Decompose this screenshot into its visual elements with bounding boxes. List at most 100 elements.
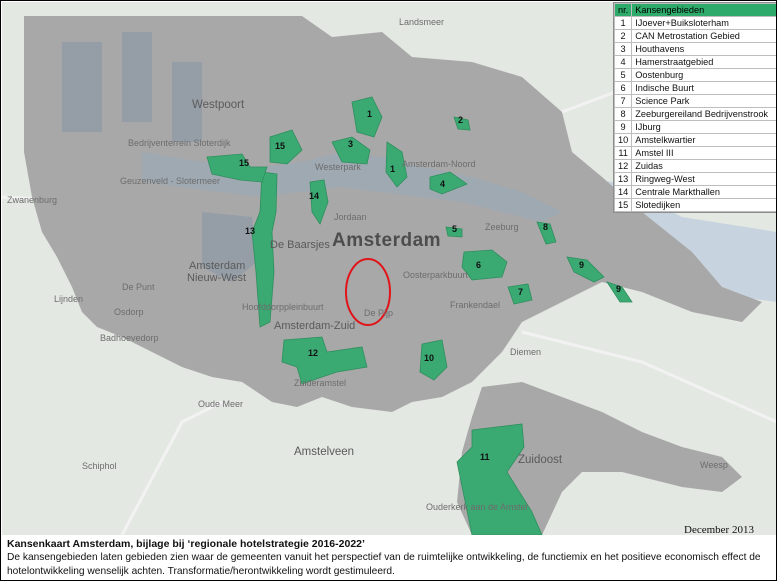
legend-row-label: Centrale Markthallen — [631, 185, 776, 199]
legend-row-label: IJburg — [631, 120, 776, 134]
place-zuideramstel: Zuideramstel — [294, 378, 347, 388]
legend-row-label: Ringweg-West — [631, 172, 776, 186]
legend-row-nr: 11 — [613, 146, 633, 160]
legend-table: nr. Kansengebieden 1 IJoever+Buiksloterha… — [613, 2, 776, 213]
legend-row-nr: 8 — [613, 107, 633, 121]
legend-row-label: Science Park — [631, 94, 776, 108]
legend-row-label: Zuidas — [631, 159, 776, 173]
legend-row-label: Indische Buurt — [631, 81, 776, 95]
zone-marker-4: 4 — [440, 179, 446, 189]
zone-marker-11: 11 — [480, 452, 490, 462]
legend-row: 12 Zuidas — [613, 159, 776, 173]
legend-row-label: IJoever+Buiksloterham — [631, 16, 776, 30]
place-landsmeer: Landsmeer — [399, 17, 445, 27]
zone-marker-1b: 1 — [390, 164, 396, 174]
place-geuzenveld: Geuzenveld - Slotermeer — [120, 176, 221, 186]
legend-row: 8 Zeeburgereiland Bedrijvenstrook — [613, 107, 776, 121]
legend-row-nr: 12 — [613, 159, 633, 173]
place-zuidoost: Zuidoost — [518, 454, 563, 466]
legend-row: 9 IJburg — [613, 120, 776, 134]
place-nieuw-west: Nieuw-West — [187, 272, 247, 284]
place-amsterdam-noord: Amsterdam-Noord — [402, 159, 476, 169]
place-westerpark: Westerpark — [315, 162, 361, 172]
legend-row-nr: 6 — [613, 81, 633, 95]
legend-row-nr: 9 — [613, 120, 633, 134]
place-amsterdam: Amsterdam — [332, 230, 442, 251]
place-oude-meer: Oude Meer — [198, 399, 244, 409]
legend-row-label: Slotedijken — [631, 198, 776, 212]
legend-row-nr: 7 — [613, 94, 633, 108]
caption-title: Kansenkaart Amsterdam, bijlage bij ‘regi… — [7, 538, 365, 550]
place-oosterpark: Oosterparkbuurt — [403, 270, 469, 280]
legend-row-label: Houthavens — [631, 42, 776, 56]
caption-area: Kansenkaart Amsterdam, bijlage bij ‘regi… — [1, 524, 776, 580]
place-amsterdam-nieuw-west: Amsterdam — [189, 260, 246, 272]
place-amstelveen: Amstelveen — [294, 446, 355, 458]
place-badhoevedorp: Badhoevedorp — [100, 333, 159, 343]
place-frankendael: Frankendael — [450, 300, 501, 310]
legend-row-nr: 2 — [613, 29, 633, 43]
zone-marker-9: 9 — [579, 260, 585, 270]
zone-marker-13: 13 — [245, 226, 256, 236]
zone-marker-8: 8 — [543, 222, 549, 232]
place-ouderkerk: Ouderkerk aan de Amstel — [426, 502, 528, 512]
legend-row: 1 IJoever+Buiksloterham — [613, 16, 776, 30]
legend-row-nr: 14 — [613, 185, 633, 199]
legend-row-label: Hamerstraatgebied — [631, 55, 776, 69]
zone-marker-14: 14 — [309, 191, 320, 201]
place-de-pijp: De Pijp — [364, 308, 394, 318]
map-figure: Landsmeer Westpoort Bedrijventerrein Slo… — [0, 0, 777, 581]
legend-row-nr: 10 — [613, 133, 633, 147]
place-weesp: Weesp — [700, 460, 728, 470]
zone-marker-2: 2 — [458, 115, 464, 125]
place-de-baarsjes: De Baarsjes — [270, 239, 330, 251]
legend-row: 13 Ringweg-West — [613, 172, 776, 186]
place-jordaan: Jordaan — [334, 212, 367, 222]
legend-row: 11 Amstel III — [613, 146, 776, 160]
legend-row-nr: 5 — [613, 68, 633, 82]
place-bedrijventerrein: Bedrijventerrein Sloterdijk — [128, 138, 231, 148]
legend-row: 6 Indische Buurt — [613, 81, 776, 95]
place-hoofddorppleinbuurt: Hoofddorppleinbuurt — [242, 302, 324, 312]
legend-row-label: Amstel III — [631, 146, 776, 160]
zone-marker-6: 6 — [476, 260, 482, 270]
legend-row: 7 Science Park — [613, 94, 776, 108]
legend-header-nr: nr. — [613, 3, 633, 17]
place-schiphol: Schiphol — [82, 461, 117, 471]
legend-row: 3 Houthavens — [613, 42, 776, 56]
legend-row-label: CAN Metrostation Gebied — [631, 29, 776, 43]
zone-marker-9b: 9 — [616, 284, 622, 294]
zone-marker-7: 7 — [518, 287, 524, 297]
legend-row-label: Oostenburg — [631, 68, 776, 82]
legend-row-nr: 3 — [613, 42, 633, 56]
zone-marker-3: 3 — [348, 139, 354, 149]
legend-row: 2 CAN Metrostation Gebied — [613, 29, 776, 43]
legend-row-nr: 13 — [613, 172, 633, 186]
place-westpoort: Westpoort — [192, 99, 245, 111]
caption-body: De kansengebieden laten gebieden zien wa… — [7, 552, 761, 577]
zone-marker-15b: 15 — [275, 141, 286, 151]
legend-header-label: Kansengebieden — [631, 3, 776, 17]
caption-date: December 2013 — [684, 524, 754, 536]
zone-marker-12: 12 — [308, 348, 319, 358]
zone-marker-15: 15 — [239, 158, 250, 168]
legend-row: 4 Hamerstraatgebied — [613, 55, 776, 69]
legend-row: 10 Amstelkwartier — [613, 133, 776, 147]
legend-row-nr: 4 — [613, 55, 633, 69]
legend-row: 5 Oostenburg — [613, 68, 776, 82]
place-osdorp: Osdorp — [114, 307, 144, 317]
zone-marker-10: 10 — [424, 353, 435, 363]
legend-row-nr: 1 — [613, 16, 633, 30]
legend-row: 15 Slotedijken — [613, 198, 776, 212]
legend-row-label: Amstelkwartier — [631, 133, 776, 147]
legend-row-label: Zeeburgereiland Bedrijvenstrook — [631, 107, 776, 121]
place-amsterdam-zuid: Amsterdam-Zuid — [274, 320, 356, 332]
place-de-punt: De Punt — [122, 282, 155, 292]
zone-marker-5: 5 — [452, 224, 458, 234]
place-lijnden: Lijnden — [54, 294, 84, 304]
place-zeeburg: Zeeburg — [485, 222, 519, 232]
legend-row-nr: 15 — [613, 198, 633, 212]
zone-marker-1: 1 — [367, 109, 373, 119]
legend-header-row: nr. Kansengebieden — [613, 3, 776, 17]
legend-row: 14 Centrale Markthallen — [613, 185, 776, 199]
